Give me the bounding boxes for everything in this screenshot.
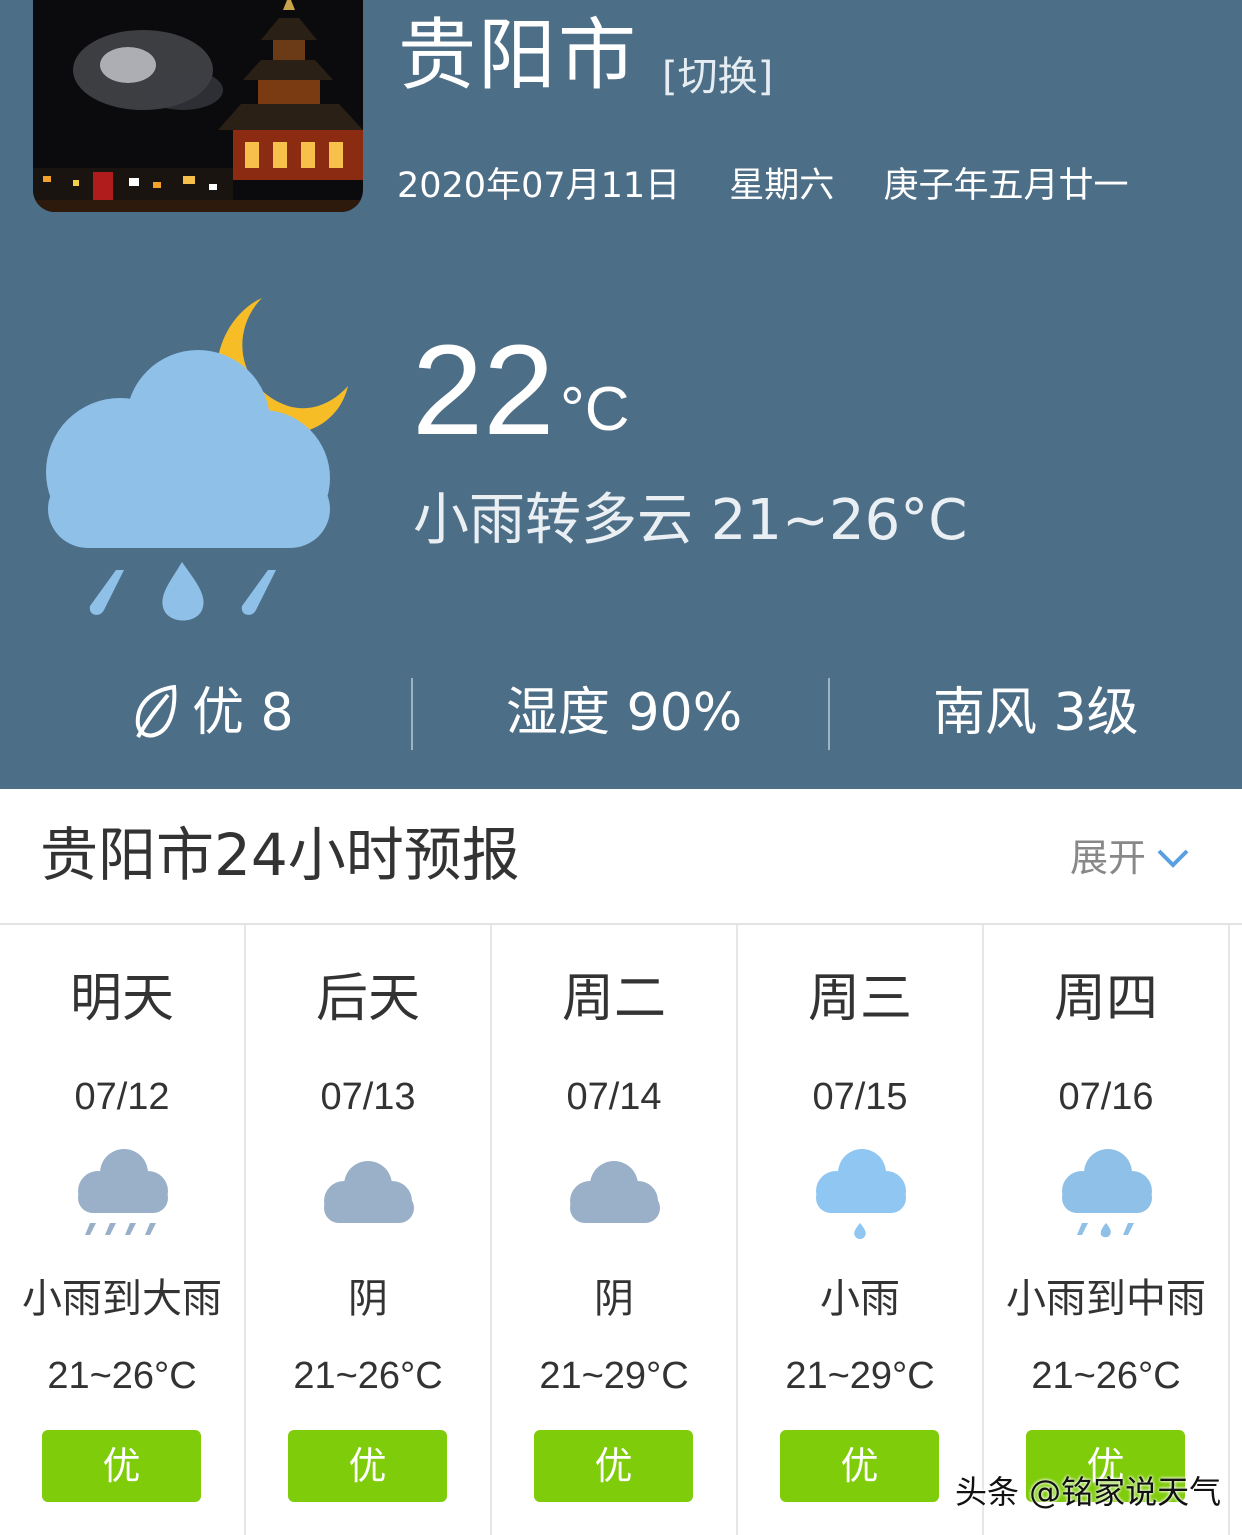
day-condition: 阴: [594, 1276, 634, 1322]
weekday-text: 星期六: [729, 166, 835, 206]
day-name: 周二: [561, 969, 666, 1029]
humidity-stat: 湿度 90%: [506, 683, 743, 743]
lunar-date-text: 庚子年五月廿一: [883, 166, 1129, 206]
forecast-header: 贵阳市24小时预报 展开: [0, 789, 1242, 925]
day-name: 后天: [315, 969, 420, 1029]
switch-city-link[interactable]: [切换]: [662, 52, 773, 102]
forecast-day[interactable]: 周二 07/14 阴 21~29°C 优: [492, 925, 738, 1535]
day-condition: 小雨到大雨: [22, 1276, 222, 1322]
current-temperature: 22: [412, 319, 555, 462]
day-temperature: 21~26°C: [1031, 1355, 1181, 1397]
watermark: 头条 @铭家说天气: [955, 1473, 1222, 1511]
day-condition: 小雨: [820, 1276, 900, 1322]
forecast-day[interactable]: 周四 07/16 小雨到中雨 21~26°C 优: [984, 925, 1230, 1535]
date-row: 2020年07月11日 星期六 庚子年五月廿一: [397, 164, 1166, 208]
forecast-day[interactable]: 后天 07/13 阴 21~26°C 优: [246, 925, 492, 1535]
day-name: 明天: [69, 969, 174, 1029]
light-rain-night-icon: [46, 298, 348, 621]
stat-divider: [411, 678, 413, 750]
air-quality-value: 优 8: [192, 683, 294, 743]
forecast-title: 贵阳市24小时预报: [40, 821, 520, 889]
air-quality-stat[interactable]: 优 8: [134, 672, 294, 754]
day-temperature: 21~29°C: [785, 1355, 935, 1397]
weather-description: 小雨转多云 21~26°C: [413, 488, 968, 553]
stat-divider: [828, 678, 830, 750]
forecast-day[interactable]: 明天 07/12 小雨到大雨 21~26°C 优: [0, 925, 246, 1535]
moderate-rain-icon: [1062, 1149, 1152, 1238]
expand-label: 展开: [1069, 836, 1146, 880]
expand-button[interactable]: 展开: [1070, 833, 1190, 883]
heavy-rain-icon: [78, 1149, 168, 1235]
leaf-icon: [135, 685, 177, 738]
aqi-badge: 优: [42, 1430, 201, 1502]
wind-stat: 南风 3级: [933, 683, 1139, 743]
current-weather-panel: 贵阳市 [切换] 2020年07月11日 星期六 庚子年五月廿一 22 °C 小…: [0, 0, 1242, 789]
day-condition: 小雨到中雨: [1006, 1276, 1206, 1322]
day-temperature: 21~26°C: [293, 1355, 443, 1397]
chevron-down-icon: [1157, 849, 1189, 868]
aqi-badge: 优: [288, 1430, 447, 1502]
city-photo: [33, 0, 363, 212]
day-temperature: 21~29°C: [539, 1355, 689, 1397]
day-condition: 阴: [348, 1276, 388, 1322]
aqi-badge: 优: [534, 1430, 693, 1502]
city-name: 贵阳市: [398, 11, 639, 101]
day-date: 07/12: [74, 1076, 170, 1118]
date-text: 2020年07月11日: [397, 166, 681, 206]
day-date: 07/15: [812, 1076, 908, 1118]
aqi-badge: 优: [780, 1430, 939, 1502]
overcast-icon: [324, 1161, 414, 1223]
day-date: 07/14: [566, 1076, 662, 1118]
light-rain-icon: [816, 1149, 906, 1239]
forecast-days: 明天 07/12 小雨到大雨 21~26°C 优 后天 07/13 阴 21~2…: [0, 925, 1242, 1535]
day-temperature: 21~26°C: [47, 1355, 197, 1397]
day-date: 07/16: [1058, 1076, 1154, 1118]
overcast-icon: [570, 1161, 660, 1223]
day-name: 周三: [807, 969, 912, 1029]
day-name: 周四: [1053, 969, 1158, 1029]
weather-stats: 优 8 湿度 90% 南风 3级: [0, 672, 1242, 754]
forecast-day[interactable]: 周三 07/15 小雨 21~29°C 优: [738, 925, 984, 1535]
day-date: 07/13: [320, 1076, 416, 1118]
temperature-unit: °C: [560, 375, 630, 444]
